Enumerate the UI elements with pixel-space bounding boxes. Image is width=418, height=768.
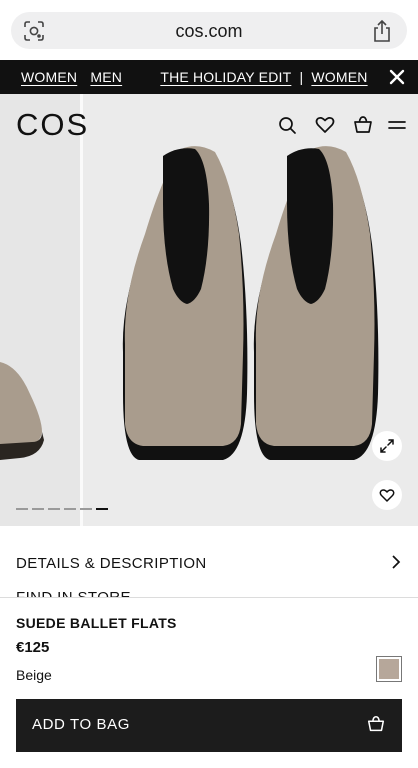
shoe-image [122, 146, 379, 460]
gallery-dot[interactable] [96, 508, 108, 510]
promo-link-women[interactable]: WOMEN [21, 69, 77, 85]
expand-image-button[interactable] [372, 431, 402, 461]
share-icon[interactable] [371, 19, 393, 43]
details-section: DETAILS & DESCRIPTION FIND IN STORE [0, 526, 418, 597]
promo-close-button[interactable] [378, 60, 418, 94]
color-swatch-fill [379, 659, 399, 679]
close-icon [389, 69, 405, 85]
gallery-dot[interactable] [32, 508, 44, 510]
color-swatch[interactable] [376, 656, 402, 682]
gallery-slide-main[interactable] [83, 94, 418, 526]
product-name: SUEDE BALLET FLATS [16, 615, 177, 631]
browser-bar: cos.com [0, 0, 418, 60]
menu-icon[interactable] [386, 114, 408, 136]
gallery-dot[interactable] [80, 508, 92, 510]
expand-icon [380, 439, 394, 453]
details-description-toggle[interactable]: DETAILS & DESCRIPTION [16, 555, 207, 572]
promo-banner: WOMEN MEN THE HOLIDAY EDIT | WOMEN ME [0, 60, 418, 94]
promo-link-men[interactable]: MEN [90, 69, 122, 85]
gallery-dot[interactable] [16, 508, 28, 510]
product-panel: SUEDE BALLET FLATS €125 Beige ADD TO BAG [0, 597, 418, 768]
add-to-bag-label: ADD TO BAG [32, 716, 130, 733]
bag-icon [367, 715, 385, 732]
shoe-image-partial [0, 362, 44, 460]
gallery-dot[interactable] [48, 508, 60, 510]
heart-icon [379, 489, 395, 502]
cos-logo[interactable]: COS [16, 107, 89, 143]
chevron-right-icon[interactable] [390, 554, 402, 570]
product-price: €125 [16, 639, 50, 656]
gallery-dot[interactable] [64, 508, 76, 510]
address-bar[interactable]: cos.com [11, 12, 407, 49]
add-to-bag-button[interactable]: ADD TO BAG [16, 699, 402, 752]
bag-icon[interactable] [352, 114, 374, 136]
product-gallery[interactable]: COS [0, 94, 418, 526]
gallery-pagination [16, 508, 108, 510]
promo-link-holiday-edit[interactable]: THE HOLIDAY EDIT [160, 69, 291, 85]
product-color-name: Beige [16, 667, 52, 683]
promo-separator: | [299, 69, 304, 85]
wishlist-button[interactable] [372, 480, 402, 510]
search-icon[interactable] [276, 114, 298, 136]
promo-track: WOMEN MEN THE HOLIDAY EDIT | WOMEN ME [21, 69, 402, 85]
find-in-store-link[interactable]: FIND IN STORE [16, 590, 131, 597]
heart-icon[interactable] [314, 114, 336, 136]
gallery-slide-previous[interactable] [0, 94, 80, 526]
url-text[interactable]: cos.com [11, 21, 407, 42]
promo-link-women-2[interactable]: WOMEN [311, 69, 367, 85]
